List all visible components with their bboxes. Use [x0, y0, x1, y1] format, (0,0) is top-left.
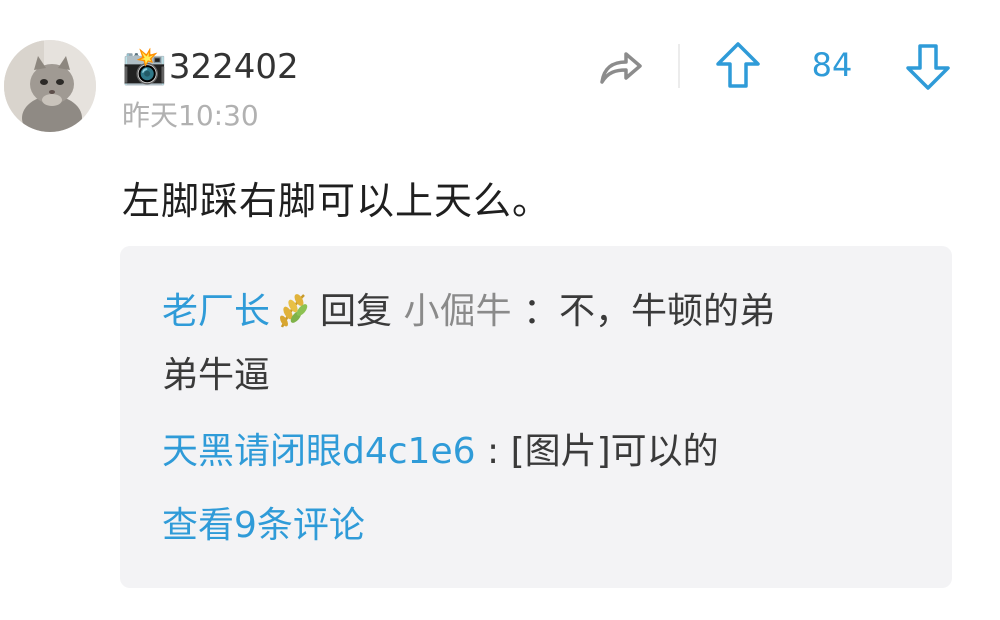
reply-target[interactable]: 小倔牛: [403, 291, 511, 332]
cat-avatar-image: [4, 40, 96, 132]
reply-item[interactable]: 老厂长 回复 小倔牛 ：不，牛顿的弟: [162, 282, 775, 348]
reply-colon: :: [486, 431, 500, 472]
reply-text-continued: 弟牛逼: [162, 355, 271, 396]
downvote-button[interactable]: [904, 40, 952, 92]
username[interactable]: 📸 322402: [122, 44, 299, 90]
camera-flash-icon: 📸: [122, 46, 167, 87]
post-text: 左脚踩右脚可以上天么。: [122, 179, 552, 223]
action-divider: [678, 44, 680, 88]
vote-count: 84: [811, 46, 853, 84]
downvote-arrow-icon: [906, 44, 950, 90]
reply-verb: 回复: [320, 291, 393, 332]
reply-preview-box[interactable]: 老厂长 回复 小倔牛 ：不，牛顿的弟 弟牛逼 天黑请闭眼d4c1e6 : [图片…: [120, 246, 952, 588]
reply-text: 不，牛顿的弟: [558, 291, 775, 332]
reply-author[interactable]: 老厂长: [162, 291, 270, 332]
share-arrow-icon: [600, 52, 642, 84]
post-timestamp: 昨天10:30: [122, 99, 259, 132]
username-text: 322402: [168, 47, 299, 87]
reply-author[interactable]: 天黑请闭眼d4c1e6: [162, 431, 476, 472]
view-more-comments-link[interactable]: 查看9条评论: [162, 496, 365, 556]
upvote-arrow-icon: [716, 42, 760, 88]
reply-text: [图片]可以的: [510, 431, 719, 472]
wheat-badge-icon: [274, 288, 314, 348]
upvote-button[interactable]: [714, 40, 762, 92]
reply-colon: ：: [522, 291, 559, 332]
share-button[interactable]: [596, 44, 644, 90]
reply-item[interactable]: 天黑请闭眼d4c1e6 : [图片]可以的: [162, 422, 719, 482]
avatar[interactable]: [4, 40, 96, 132]
